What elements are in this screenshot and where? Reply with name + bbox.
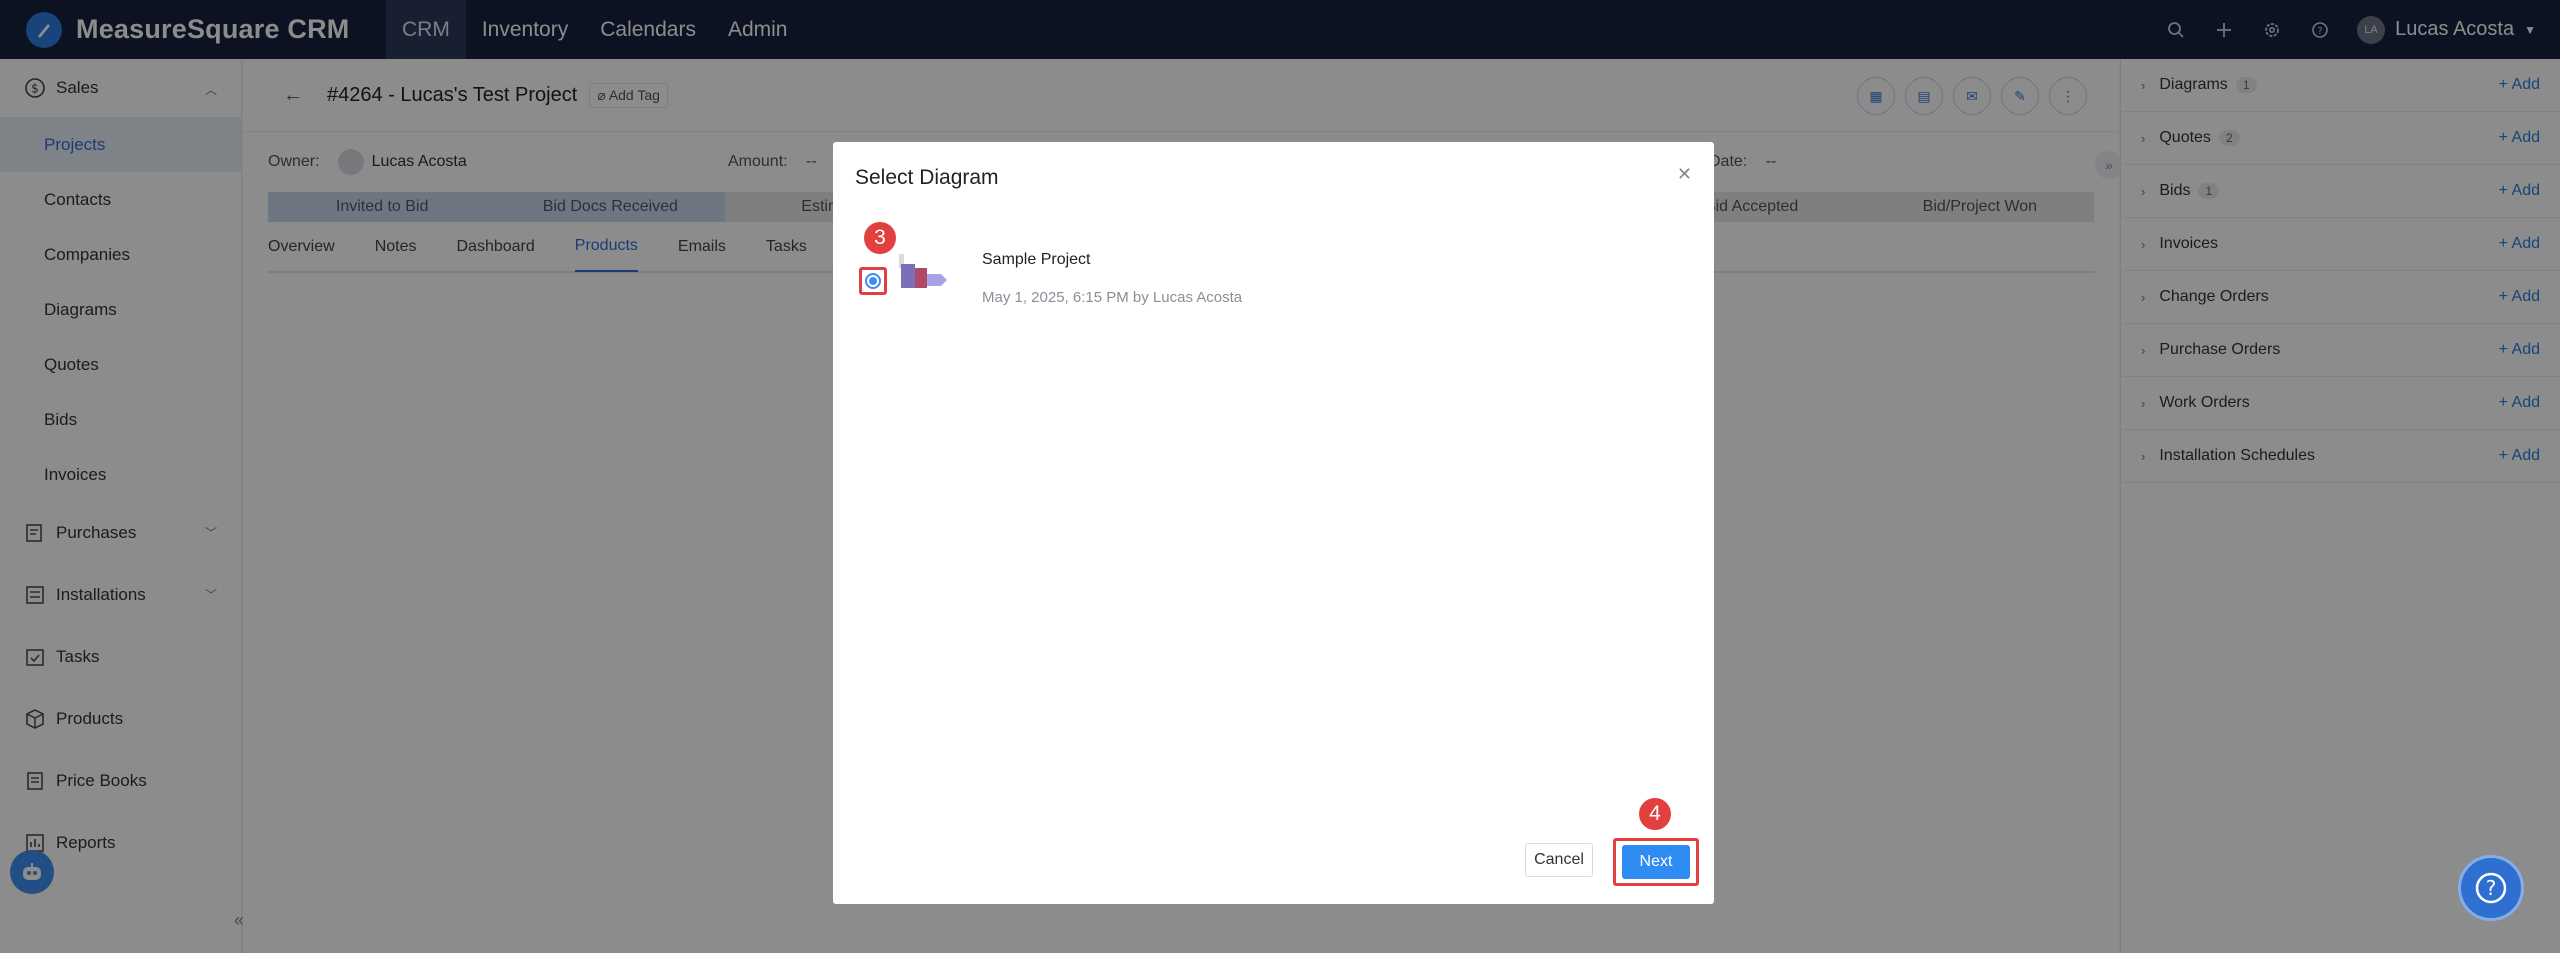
question-icon: ?	[2475, 872, 2507, 904]
diagram-thumbnail-icon	[899, 254, 947, 288]
diagram-list-item[interactable]: Sample Project May 1, 2025, 6:15 PM by L…	[855, 212, 1675, 306]
next-button-highlight: Next	[1613, 838, 1699, 886]
diagram-timestamp: May 1, 2025, 6:15 PM by Lucas Acosta	[982, 289, 1243, 306]
step-badge: 4	[1637, 796, 1673, 832]
radio-highlight	[859, 267, 887, 295]
dialog-title: Select Diagram	[855, 166, 999, 189]
help-button[interactable]: ?	[2458, 855, 2524, 921]
svg-text:?: ?	[2486, 876, 2497, 900]
cancel-button[interactable]: Cancel	[1525, 843, 1593, 877]
next-button[interactable]: Next	[1622, 845, 1690, 879]
select-diagram-dialog: Select Diagram ✕ 3 Sample Project May 1,…	[833, 142, 1714, 904]
radio-selected-dot	[869, 277, 877, 285]
close-icon[interactable]: ✕	[1677, 164, 1692, 185]
diagram-radio[interactable]	[865, 273, 881, 289]
diagram-name: Sample Project	[982, 251, 1091, 268]
